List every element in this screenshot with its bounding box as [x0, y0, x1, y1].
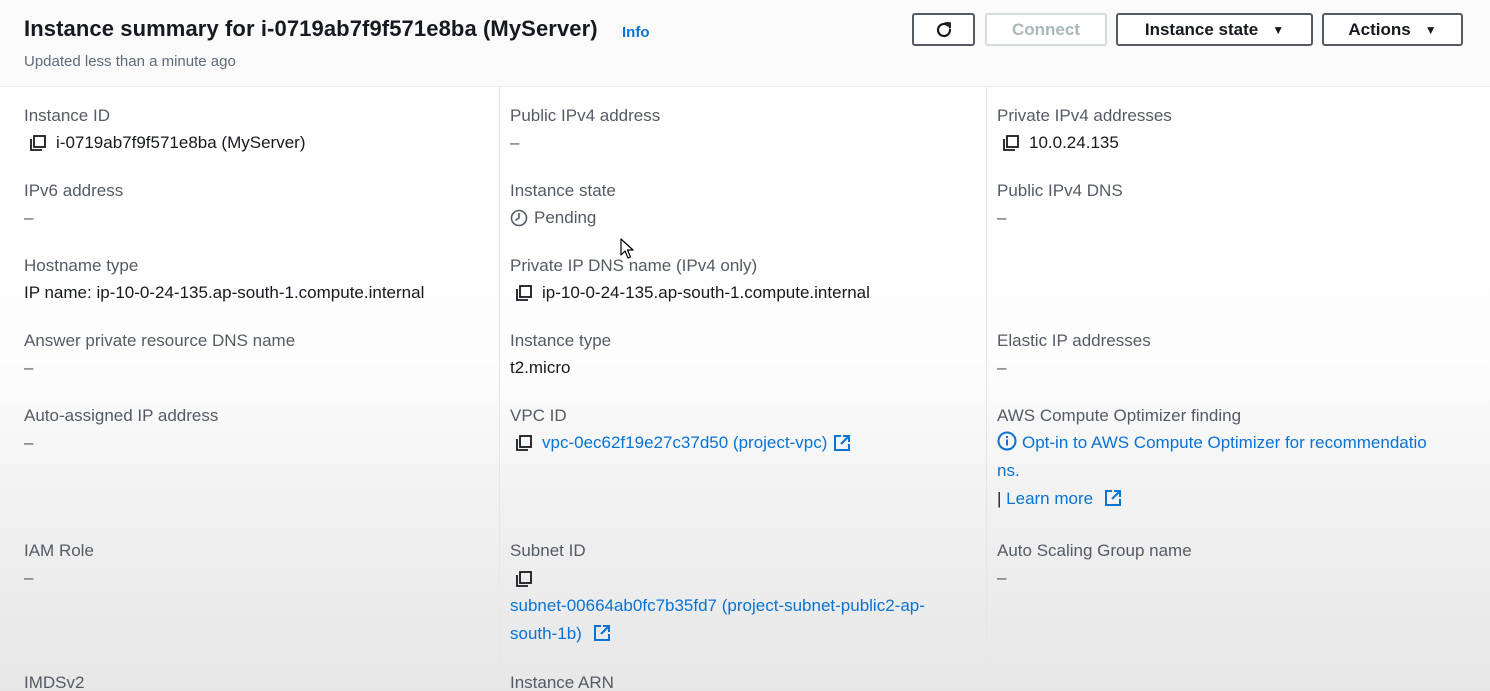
copy-icon[interactable]: [514, 433, 534, 453]
copy-icon[interactable]: [1001, 133, 1021, 153]
iam-role-value: –: [24, 568, 34, 587]
field-label: IPv6 address: [24, 181, 124, 200]
summary-header: Instance summary for i-0719ab7f9f571e8ba…: [0, 0, 1490, 87]
field-instance-type: Instance type t2.micro: [510, 331, 611, 378]
field-iam-role: IAM Role –: [24, 541, 94, 588]
field-label: Subnet ID: [510, 541, 586, 560]
field-label: IMDSv2: [24, 673, 85, 691]
field-label: Answer private resource DNS name: [24, 331, 296, 350]
field-label: Hostname type: [24, 256, 139, 275]
field-label: Public IPv4 address: [510, 106, 661, 125]
field-label: Instance type: [510, 331, 612, 350]
field-label: Instance state: [510, 181, 616, 200]
instance-state-value: Pending: [534, 208, 597, 227]
field-label: Auto Scaling Group name: [997, 541, 1192, 560]
field-label: Private IPv4 addresses: [997, 106, 1172, 125]
field-imdsv2: IMDSv2: [24, 673, 84, 691]
public-dns-value: –: [997, 208, 1007, 227]
optimizer-optin-link[interactable]: Opt-in to AWS Compute Optimizer for reco…: [1022, 433, 1427, 452]
private-ipv4-value: 10.0.24.135: [1029, 133, 1119, 152]
field-label: Elastic IP addresses: [997, 331, 1151, 350]
field-public-dns: Public IPv4 DNS –: [997, 181, 1123, 228]
asg-name-value: –: [997, 568, 1007, 587]
field-label: VPC ID: [510, 406, 567, 425]
actions-label: Actions: [1348, 19, 1411, 39]
external-link-icon[interactable]: [1104, 489, 1122, 507]
field-instance-id: Instance ID i-0719ab7f9f571e8ba (MyServe…: [24, 106, 305, 153]
caret-down-icon: ▼: [1272, 22, 1285, 37]
instance-id-value: i-0719ab7f9f571e8ba (MyServer): [56, 133, 306, 152]
field-instance-state: Instance state Pending: [510, 181, 616, 228]
subnet-id-link-cont[interactable]: south-1b): [510, 624, 582, 643]
field-label: AWS Compute Optimizer finding: [997, 406, 1242, 425]
page-title: Instance summary for i-0719ab7f9f571e8ba…: [24, 16, 598, 41]
optimizer-optin-link-cont[interactable]: ns.: [997, 461, 1020, 480]
refresh-button[interactable]: [912, 13, 975, 46]
actions-dropdown[interactable]: Actions ▼: [1322, 13, 1463, 46]
field-label: Instance ARN: [510, 673, 614, 691]
copy-icon[interactable]: [514, 569, 534, 589]
info-circle-icon: [997, 431, 1017, 451]
field-hostname-type: Hostname type IP name: ip-10-0-24-135.ap…: [24, 256, 424, 303]
instance-state-dropdown[interactable]: Instance state ▼: [1116, 13, 1313, 46]
column-divider: [499, 87, 500, 691]
refresh-icon: [936, 21, 951, 37]
public-ipv4-value: –: [510, 133, 520, 152]
field-elastic-ip: Elastic IP addresses –: [997, 331, 1151, 378]
subnet-id-link[interactable]: subnet-00664ab0fc7b35fd7 (project-subnet…: [510, 596, 925, 615]
field-auto-ip: Auto-assigned IP address –: [24, 406, 218, 453]
field-ipv6: IPv6 address –: [24, 181, 123, 228]
caret-down-icon: ▼: [1424, 22, 1437, 37]
external-link-icon[interactable]: [833, 434, 851, 452]
answer-dns-value: –: [24, 358, 34, 377]
mouse-cursor-icon: [620, 238, 634, 259]
field-private-dns: Private IP DNS name (IPv4 only) ip-10-0-…: [510, 256, 870, 303]
field-instance-arn: Instance ARN: [510, 673, 614, 691]
vpc-id-link[interactable]: vpc-0ec62f19e27c37d50 (project-vpc): [542, 433, 827, 453]
field-vpc-id: VPC ID vpc-0ec62f19e27c37d50 (project-vp…: [510, 406, 851, 453]
learn-more-link[interactable]: Learn more: [1006, 489, 1093, 508]
copy-icon[interactable]: [28, 133, 48, 153]
instance-type-value: t2.micro: [510, 358, 571, 377]
connect-button[interactable]: Connect: [985, 13, 1107, 46]
ipv6-value: –: [24, 208, 34, 227]
updated-timestamp: Updated less than a minute ago: [24, 53, 236, 70]
private-dns-value: ip-10-0-24-135.ap-south-1.compute.intern…: [542, 283, 870, 302]
hostname-type-value: IP name: ip-10-0-24-135.ap-south-1.compu…: [24, 283, 425, 302]
field-label: Instance ID: [24, 106, 110, 125]
auto-ip-value: –: [24, 433, 34, 452]
field-compute-optimizer: AWS Compute Optimizer finding Opt-in to …: [997, 406, 1477, 509]
field-label: Auto-assigned IP address: [24, 406, 219, 425]
connect-button-label: Connect: [1012, 19, 1080, 39]
pending-clock-icon: [510, 209, 528, 227]
field-answer-dns: Answer private resource DNS name –: [24, 331, 295, 378]
external-link-icon[interactable]: [593, 624, 611, 642]
instance-state-label: Instance state: [1144, 19, 1259, 39]
field-private-ipv4: Private IPv4 addresses 10.0.24.135: [997, 106, 1172, 153]
field-asg-name: Auto Scaling Group name –: [997, 541, 1192, 588]
column-divider: [986, 87, 987, 691]
field-label: IAM Role: [24, 541, 94, 560]
copy-icon[interactable]: [514, 283, 534, 303]
field-public-ipv4: Public IPv4 address –: [510, 106, 660, 153]
info-link[interactable]: Info: [622, 24, 650, 41]
separator: |: [997, 489, 1002, 508]
elastic-ip-value: –: [997, 358, 1007, 377]
field-subnet-id: Subnet ID subnet-00664ab0fc7b35fd7 (proj…: [510, 541, 980, 648]
field-label: Private IP DNS name (IPv4 only): [510, 256, 758, 275]
field-label: Public IPv4 DNS: [997, 181, 1123, 200]
